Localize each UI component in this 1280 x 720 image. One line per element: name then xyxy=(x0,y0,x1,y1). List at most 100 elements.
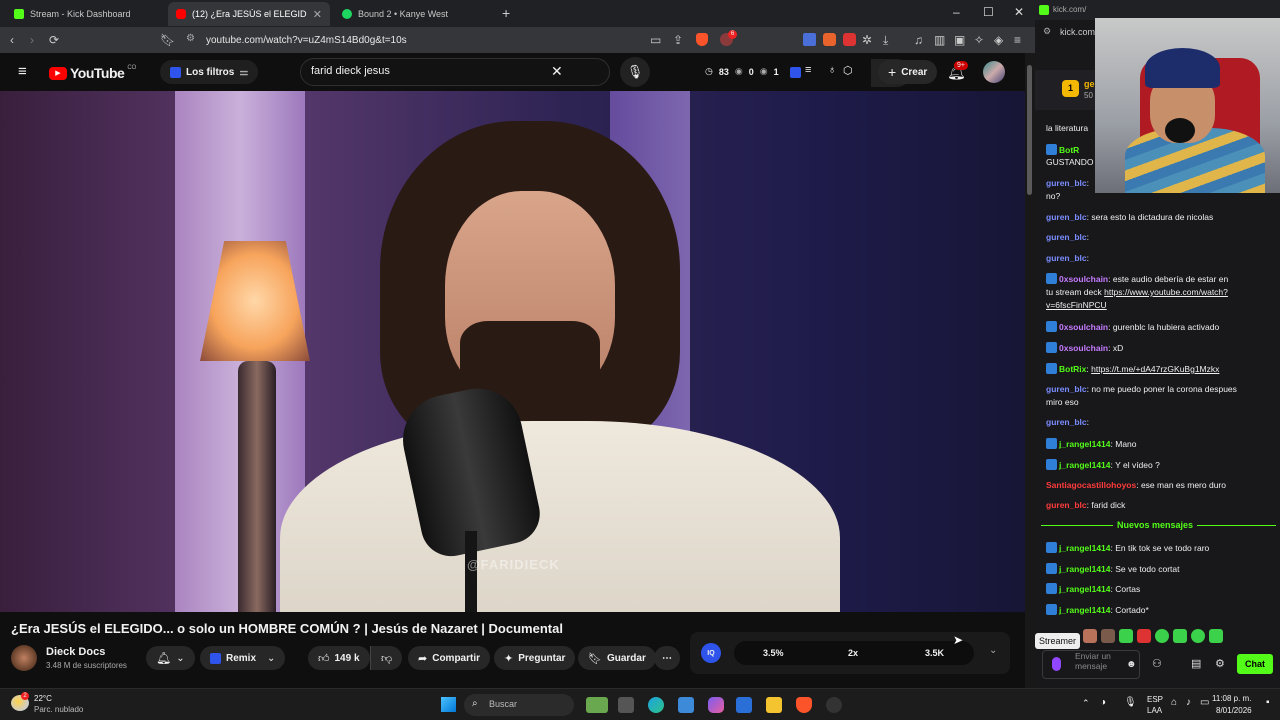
list-icon[interactable]: ≡ xyxy=(805,64,811,76)
avatar[interactable] xyxy=(983,61,1005,83)
chat-send-button[interactable]: Chat xyxy=(1237,654,1273,674)
chat-username[interactable]: guren_blc xyxy=(1046,178,1087,188)
explorer-icon[interactable] xyxy=(766,697,782,713)
emote-icon[interactable] xyxy=(1083,629,1097,643)
extensions-icon[interactable]: ✲ xyxy=(862,33,872,47)
reload-icon[interactable]: ⟳ xyxy=(49,33,59,47)
close-tab-icon[interactable]: ✕ xyxy=(313,8,322,21)
emote-icon[interactable] xyxy=(1191,629,1205,643)
iq-badge-icon[interactable]: IQ xyxy=(701,643,721,663)
remix-button[interactable]: Remix ⌄ xyxy=(200,646,286,670)
brave-shield-icon[interactable] xyxy=(696,33,708,46)
chat-username[interactable]: 0xsoulchain xyxy=(1059,343,1108,353)
notifications-icon[interactable]: ▪ xyxy=(1266,697,1270,708)
hamburger-icon[interactable]: ≡ xyxy=(18,63,27,80)
subscribed-button[interactable]: 🔔︎ ⌄ xyxy=(146,646,195,670)
sidebar-icon[interactable]: ▥ xyxy=(934,33,945,47)
chat-username[interactable]: guren_blc xyxy=(1046,417,1087,427)
page-scrollbar[interactable] xyxy=(1025,53,1035,688)
chat-username[interactable]: BotR xyxy=(1059,145,1079,155)
chat-settings-icon[interactable]: ⚙ xyxy=(1215,657,1225,670)
close-window-icon[interactable]: ✕ xyxy=(1014,5,1024,19)
chat-username[interactable]: 0xsoulchain xyxy=(1059,322,1108,332)
dislike-button[interactable]: 👎︎ xyxy=(370,646,402,670)
chat-username[interactable]: guren_blc xyxy=(1046,232,1087,242)
save-button[interactable]: 🔖︎ Guardar xyxy=(578,646,656,670)
task-view-icon[interactable] xyxy=(618,697,634,713)
tab-kick-dashboard[interactable]: Stream - Kick Dashboard xyxy=(6,2,166,26)
chat-username[interactable]: Santiagocastillohoyos xyxy=(1046,480,1136,490)
chat-link[interactable]: https://www.youtube.com/watch? xyxy=(1104,287,1228,297)
iq-extension-icon[interactable] xyxy=(790,67,801,78)
like-button[interactable]: 👍︎ 149 k xyxy=(308,646,370,670)
create-button[interactable]: + Crear xyxy=(878,60,938,84)
chat-username[interactable]: guren_blc xyxy=(1046,500,1087,510)
chat-username[interactable]: guren_blc xyxy=(1046,212,1087,222)
ask-button[interactable]: ✦ Preguntar xyxy=(494,646,576,670)
filters-button[interactable]: Los filtros ⚌ xyxy=(160,60,259,84)
emote-icon[interactable] xyxy=(1173,629,1187,643)
points-icon[interactable]: ⚇ xyxy=(1152,657,1162,670)
site-settings-icon[interactable]: ⚙ xyxy=(1043,26,1051,37)
emote-icon[interactable] xyxy=(1137,629,1151,643)
search-input[interactable]: farid dieck jesus xyxy=(311,65,390,77)
chat-username[interactable]: j_rangel1414 xyxy=(1059,605,1111,615)
game-app-icon[interactable] xyxy=(586,697,608,713)
battery-icon[interactable]: ▭ xyxy=(1200,697,1209,708)
app-icon[interactable] xyxy=(678,697,694,713)
chat-link[interactable]: v=6fscFinNPCU xyxy=(1046,300,1107,310)
chat-link[interactable]: https://t.me/+dA47rzGKuBg1Mzkx xyxy=(1091,364,1219,374)
chat-username[interactable]: j_rangel1414 xyxy=(1059,564,1111,574)
keyboard-layout[interactable]: LAA xyxy=(1147,706,1162,715)
extension-fox-icon[interactable] xyxy=(823,33,836,46)
chat-username[interactable]: guren_blc xyxy=(1046,384,1087,394)
maximize-icon[interactable]: ☐ xyxy=(983,5,994,19)
menu-icon[interactable]: ≡ xyxy=(1014,33,1021,47)
windows-start-icon[interactable] xyxy=(441,697,456,712)
emoji-icon[interactable]: ☻ xyxy=(1126,659,1137,670)
store-icon[interactable] xyxy=(736,697,752,713)
emote-icon[interactable] xyxy=(1101,629,1115,643)
tray-app-icon[interactable]: ◑ xyxy=(1100,697,1106,708)
extension-m-icon[interactable] xyxy=(843,33,856,46)
channel-avatar[interactable] xyxy=(11,645,37,671)
language-code[interactable]: ESP xyxy=(1147,695,1163,704)
video-player[interactable]: @FARIDIECK xyxy=(0,91,1025,612)
back-icon[interactable]: ‹ xyxy=(10,33,14,47)
emote-icon[interactable] xyxy=(1119,629,1133,643)
clock-date[interactable]: 8/01/2026 xyxy=(1216,706,1252,715)
voice-search-button[interactable]: 🎙︎ xyxy=(620,57,650,87)
emote-icon[interactable] xyxy=(1209,629,1223,643)
emote-icon[interactable] xyxy=(1155,629,1169,643)
download-icon[interactable]: ⤓ xyxy=(883,33,888,48)
volume-icon[interactable]: ♪ xyxy=(1186,697,1191,708)
scroll-thumb[interactable] xyxy=(1027,65,1032,195)
vpn-icon[interactable]: ◈ xyxy=(994,33,1003,47)
chat-username[interactable]: j_rangel1414 xyxy=(1059,543,1111,553)
rocket-icon[interactable]: ⬡ xyxy=(843,64,853,77)
taskbar-search[interactable]: ⌕ Buscar xyxy=(464,694,574,716)
chat-username[interactable]: 0xsoulchain xyxy=(1059,274,1108,284)
minimize-icon[interactable]: – xyxy=(953,5,960,19)
site-info-icon[interactable]: ⚙ xyxy=(186,33,195,44)
youtube-logo[interactable]: ▶ YouTube CO xyxy=(49,65,136,81)
microphone-icon[interactable] xyxy=(1052,657,1061,671)
obs-icon[interactable] xyxy=(826,697,842,713)
chat-username[interactable]: guren_blc xyxy=(1046,253,1087,263)
leo-icon[interactable]: ✧ xyxy=(974,33,984,47)
new-tab-button[interactable]: + xyxy=(502,5,510,21)
tab-spotify[interactable]: Bound 2 • Kanye West xyxy=(334,2,494,26)
edge-icon[interactable] xyxy=(648,697,664,713)
clock-time[interactable]: 11:08 p. m. xyxy=(1212,694,1251,703)
chat-username[interactable]: j_rangel1414 xyxy=(1059,439,1111,449)
copilot-icon[interactable] xyxy=(708,697,724,713)
chat-username[interactable]: j_rangel1414 xyxy=(1059,584,1111,594)
wallet-icon[interactable]: ▣ xyxy=(954,33,965,47)
bookmark-icon[interactable]: 🔖︎ xyxy=(160,33,175,47)
network-icon[interactable]: ⌂ xyxy=(1171,697,1177,708)
chevron-down-icon[interactable]: ⌄ xyxy=(989,645,997,656)
forward-icon[interactable]: › xyxy=(30,33,34,47)
tab-youtube[interactable]: (12) ¿Era JESÚS el ELEGIDO... o s ✕ xyxy=(168,2,330,26)
gift-icon[interactable]: ▤ xyxy=(1191,657,1201,670)
cast-icon[interactable]: ▭ xyxy=(650,33,661,47)
